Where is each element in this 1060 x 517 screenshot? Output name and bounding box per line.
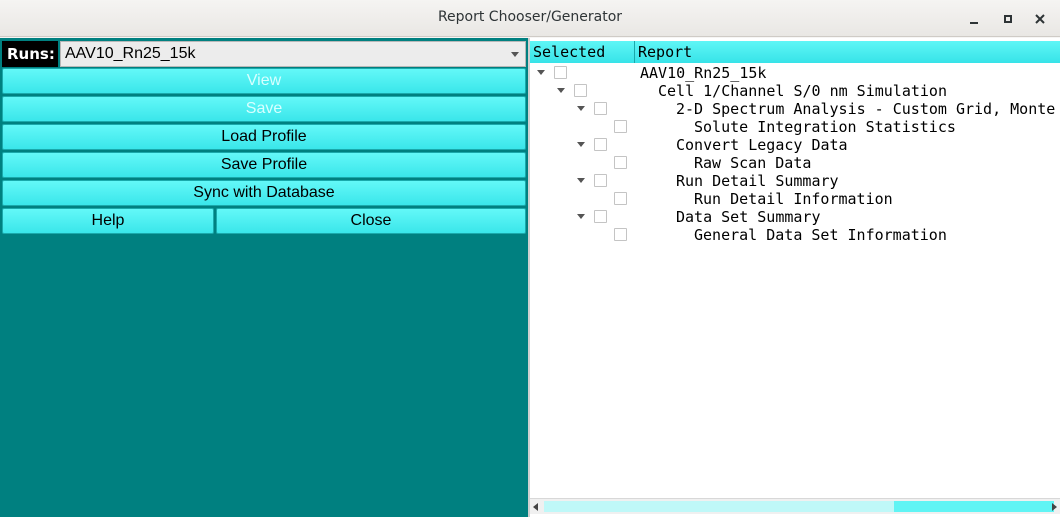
row-checkbox[interactable] (554, 66, 567, 79)
save-button[interactable]: Save (2, 96, 526, 122)
row-checkbox[interactable] (614, 120, 627, 133)
runs-selected-value: AAV10_Rn25_15k (65, 45, 196, 62)
row-checkbox[interactable] (614, 192, 627, 205)
close-icon (1035, 14, 1045, 24)
tree-row[interactable]: Convert Legacy Data (530, 136, 1060, 154)
runs-dropdown[interactable]: AAV10_Rn25_15k (60, 41, 526, 67)
maximize-icon (1004, 15, 1012, 23)
load-profile-button[interactable]: Load Profile (2, 124, 526, 150)
expand-arrow-icon[interactable] (577, 142, 585, 147)
tree-row[interactable]: Run Detail Information (530, 190, 1060, 208)
row-checkbox[interactable] (594, 174, 607, 187)
tree-row[interactable]: Cell 1/Channel S/0 nm Simulation (530, 82, 1060, 100)
tree-row[interactable]: General Data Set Information (530, 226, 1060, 244)
tree-header: Selected Report (530, 41, 1060, 63)
tree-row-label: Cell 1/Channel S/0 nm Simulation (658, 82, 947, 100)
tree-row-label: Run Detail Information (694, 190, 893, 208)
view-button[interactable]: View (2, 68, 526, 94)
row-checkbox[interactable] (574, 84, 587, 97)
tree-row-label: AAV10_Rn25_15k (640, 64, 767, 82)
expand-arrow-icon[interactable] (577, 178, 585, 183)
column-header-selected[interactable]: Selected (533, 43, 605, 61)
help-button[interactable]: Help (2, 208, 214, 234)
tree-row[interactable]: Raw Scan Data (530, 154, 1060, 172)
window-title: Report Chooser/Generator (437, 9, 623, 25)
row-checkbox[interactable] (594, 210, 607, 223)
minimize-icon (970, 22, 978, 24)
row-checkbox[interactable] (614, 156, 627, 169)
maximize-button[interactable] (999, 10, 1017, 28)
left-panel: Runs: AAV10_Rn25_15k View Save Load Prof… (0, 38, 528, 517)
close-window-button[interactable] (1031, 10, 1049, 28)
tree-row-label: Convert Legacy Data (676, 136, 848, 154)
dropdown-arrow-icon (511, 52, 519, 57)
tree-row-label: 2-D Spectrum Analysis - Custom Grid, Mon… (676, 100, 1056, 118)
tree-row-label: Data Set Summary (676, 208, 821, 226)
scroll-track[interactable] (544, 501, 1054, 512)
tree-row-label: Solute Integration Statistics (694, 118, 956, 136)
minimize-button[interactable] (965, 10, 983, 28)
expand-arrow-icon[interactable] (577, 214, 585, 219)
scroll-left-icon[interactable] (533, 503, 538, 511)
row-checkbox[interactable] (594, 138, 607, 151)
tree-row[interactable]: 2-D Spectrum Analysis - Custom Grid, Mon… (530, 100, 1060, 118)
scroll-right-icon[interactable] (1052, 503, 1057, 511)
tree-row-label: General Data Set Information (694, 226, 947, 244)
tree-row[interactable]: Data Set Summary (530, 208, 1060, 226)
column-header-report[interactable]: Report (638, 43, 692, 61)
title-bar: Report Chooser/Generator (0, 0, 1060, 37)
row-checkbox[interactable] (614, 228, 627, 241)
save-profile-button[interactable]: Save Profile (2, 152, 526, 178)
scroll-thumb[interactable] (894, 501, 1054, 512)
tree-row[interactable]: AAV10_Rn25_15k (530, 64, 1060, 82)
report-tree-panel: Selected Report AAV10_Rn25_15k Cell 1/Cha… (528, 38, 1060, 517)
tree-row[interactable]: Solute Integration Statistics (530, 118, 1060, 136)
tree-row[interactable]: Run Detail Summary (530, 172, 1060, 190)
column-separator[interactable] (634, 41, 635, 63)
sync-database-button[interactable]: Sync with Database (2, 180, 526, 206)
expand-arrow-icon[interactable] (577, 106, 585, 111)
horizontal-scrollbar[interactable] (530, 498, 1060, 514)
expand-arrow-icon[interactable] (537, 70, 545, 75)
tree-row-label: Raw Scan Data (694, 154, 812, 172)
row-checkbox[interactable] (594, 102, 607, 115)
close-button[interactable]: Close (216, 208, 526, 234)
runs-label: Runs: (2, 41, 58, 67)
tree-row-label: Run Detail Summary (676, 172, 839, 190)
expand-arrow-icon[interactable] (557, 88, 565, 93)
